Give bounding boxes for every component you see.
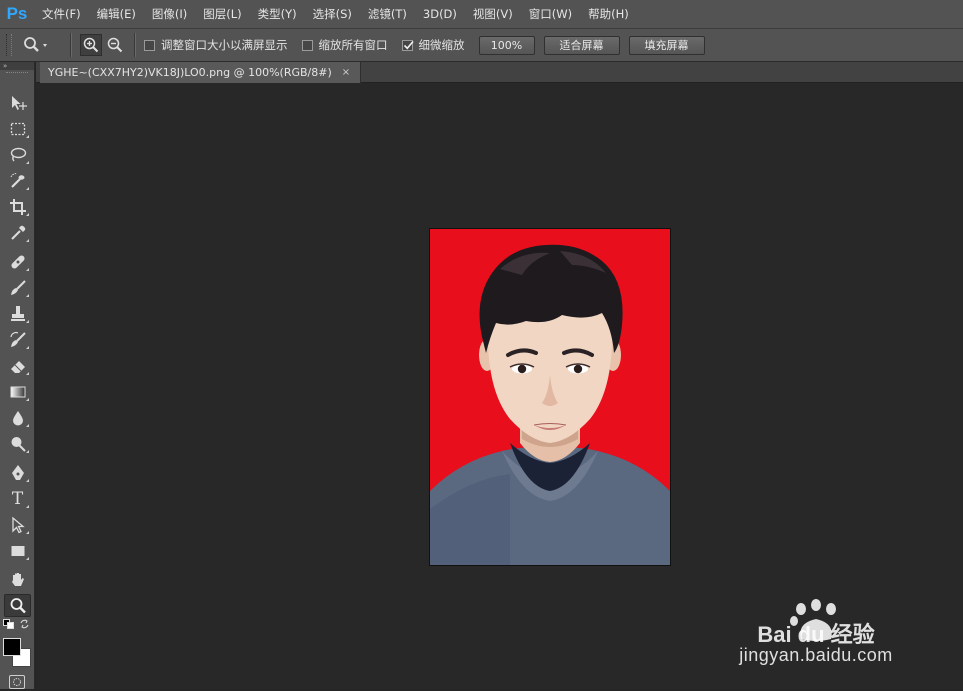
menu-3d[interactable]: 3D(D) (415, 0, 465, 28)
zoom-in-button[interactable] (80, 34, 102, 56)
quick-mask-icon (13, 678, 21, 686)
marquee-tool-icon (10, 122, 25, 135)
hand-tool[interactable] (4, 568, 31, 591)
actual-pixels-button[interactable]: 100% (478, 35, 535, 55)
blur-tool[interactable] (4, 406, 31, 429)
dodge-tool[interactable] (4, 432, 31, 455)
healing-brush-tool-icon (10, 254, 25, 269)
document-tab[interactable]: YGHE~(CXX7HY2)VK18J)LO0.png @ 100%(RGB/8… (40, 62, 362, 83)
menu-file[interactable]: 文件(F) (34, 0, 89, 28)
baidu-watermark: jingyan.baidu.com Bai du 经验 (721, 597, 911, 669)
scrubby-zoom-label: 细微缩放 (418, 38, 465, 52)
healing-brush-tool[interactable] (4, 250, 31, 273)
scrubby-zoom-checkbox[interactable] (401, 39, 414, 51)
move-tool[interactable] (4, 91, 31, 114)
pen-tool[interactable] (4, 461, 31, 484)
menu-window[interactable]: 窗口(W) (521, 0, 580, 28)
options-separator (134, 33, 136, 57)
zoom-all-windows-checkbox[interactable] (301, 39, 313, 51)
path-select-tool[interactable] (4, 513, 31, 536)
gradient-tool-icon (10, 386, 25, 397)
id-photo[interactable] (430, 229, 670, 565)
rectangle-tool[interactable] (4, 539, 31, 562)
crop-tool-icon (9, 198, 26, 215)
eraser-tool-icon (10, 360, 25, 373)
history-brush-tool[interactable] (4, 328, 31, 351)
resize-windows-option[interactable]: 调整窗口大小以满屏显示 (144, 37, 288, 53)
photoshop-logo: Ps (6, 4, 28, 23)
fit-screen-button[interactable]: 适合屏幕 (543, 35, 620, 55)
quick-select-tool-icon (10, 172, 24, 188)
zoom-out-icon (107, 37, 123, 53)
eraser-tool[interactable] (4, 354, 31, 377)
marquee-tool[interactable] (4, 117, 31, 140)
scrubby-zoom-option[interactable]: 细微缩放 (401, 37, 465, 53)
eyedropper-tool[interactable] (4, 221, 31, 244)
document-tab-bar: YGHE~(CXX7HY2)VK18J)LO0.png @ 100%(RGB/8… (36, 62, 963, 83)
brush-tool-icon (10, 279, 26, 295)
history-brush-tool-icon (9, 331, 26, 347)
type-tool[interactable]: T (4, 487, 31, 510)
default-colors-icon[interactable] (3, 619, 15, 629)
checkmark-icon (403, 40, 414, 49)
path-select-tool-icon (11, 516, 25, 533)
quick-mask-button[interactable] (9, 675, 25, 689)
lasso-tool-icon (10, 147, 26, 161)
rectangle-tool-icon (11, 545, 24, 556)
menu-image[interactable]: 图像(I) (144, 0, 195, 28)
menu-filter[interactable]: 滤镜(T) (360, 0, 415, 28)
toolbox: » T (0, 62, 35, 689)
brush-tool[interactable] (4, 276, 31, 299)
menu-select[interactable]: 选择(S) (305, 0, 360, 28)
options-separator (70, 33, 72, 57)
menu-type[interactable]: 类型(Y) (250, 0, 305, 28)
pen-tool-icon (11, 464, 24, 480)
hand-tool-icon (11, 572, 24, 586)
zoom-all-windows-label: 缩放所有窗口 (318, 38, 388, 52)
zoom-preset-icon (24, 37, 47, 52)
portrait-image (430, 229, 670, 565)
tool-preset-picker[interactable] (22, 36, 62, 54)
move-tool-icon (11, 95, 27, 110)
clone-stamp-tool-icon (10, 305, 25, 321)
options-bar: 调整窗口大小以满屏显示 缩放所有窗口 细微缩放 100% 适合屏幕 填充屏幕 (0, 28, 963, 62)
options-bar-grip[interactable] (6, 34, 12, 56)
menu-view[interactable]: 视图(V) (465, 0, 521, 28)
gradient-tool[interactable] (4, 380, 31, 403)
crop-tool[interactable] (4, 195, 31, 218)
dodge-tool-icon (11, 436, 26, 452)
toolbox-collapse-button[interactable]: » (0, 62, 34, 70)
menu-layer[interactable]: 图层(L) (195, 0, 249, 28)
toolbox-grip[interactable] (6, 72, 28, 79)
swap-colors-icon[interactable] (19, 619, 30, 629)
fill-screen-button[interactable]: 填充屏幕 (628, 35, 705, 55)
zoom-tool-icon (10, 597, 26, 613)
zoom-out-button[interactable] (104, 34, 126, 56)
blur-tool-icon (12, 410, 23, 425)
menu-bar: Ps 文件(F) 编辑(E) 图像(I) 图层(L) 类型(Y) 选择(S) 滤… (0, 0, 963, 28)
foreground-color-swatch[interactable] (3, 638, 21, 656)
close-icon[interactable]: × (342, 62, 350, 83)
resize-windows-label: 调整窗口大小以满屏显示 (161, 38, 288, 52)
eyedropper-tool-icon (10, 225, 25, 240)
zoom-in-icon (83, 37, 99, 53)
clone-stamp-tool[interactable] (4, 302, 31, 325)
zoom-all-windows-option[interactable]: 缩放所有窗口 (301, 37, 388, 53)
type-tool-icon: T (11, 488, 24, 509)
zoom-tool[interactable] (4, 594, 31, 617)
menu-edit[interactable]: 编辑(E) (89, 0, 144, 28)
menu-help[interactable]: 帮助(H) (580, 0, 637, 28)
resize-windows-checkbox[interactable] (144, 39, 155, 51)
watermark-brand: Bai du 经验 (757, 622, 875, 647)
quick-select-tool[interactable] (4, 169, 31, 192)
document-tab-title: YGHE~(CXX7HY2)VK18J)LO0.png @ 100%(RGB/8… (48, 66, 332, 79)
lasso-tool[interactable] (4, 143, 31, 166)
